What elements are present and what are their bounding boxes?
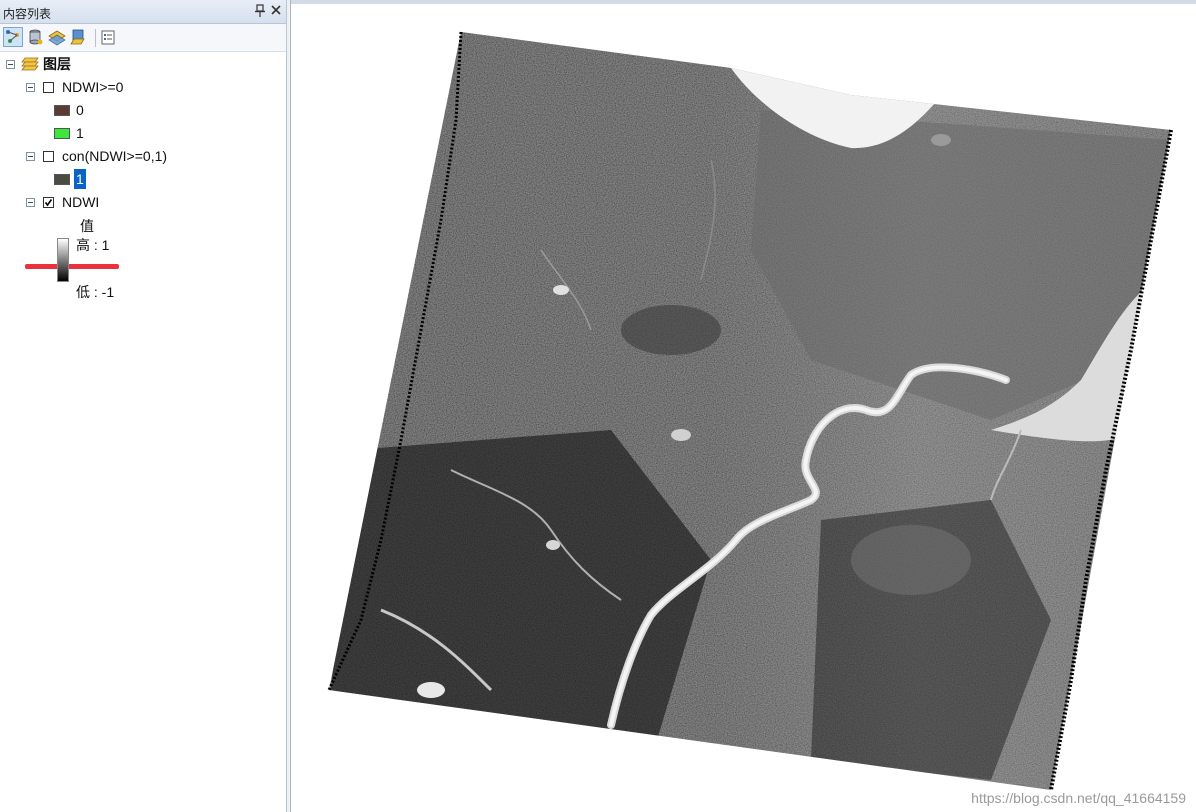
collapse-icon[interactable]	[26, 83, 35, 92]
toc-title: 内容列表	[3, 7, 52, 21]
class-color-swatch[interactable]	[54, 128, 70, 139]
class-color-swatch[interactable]	[54, 105, 70, 116]
legend-high-label: 高 : 1	[76, 237, 110, 253]
pin-icon[interactable]	[252, 4, 268, 20]
class-label[interactable]: 1	[76, 123, 84, 143]
layer-tree: 图层 NDWI>=0 0 1 con(NDWI>=0,1) 1 NDWI 值 高…	[0, 52, 286, 812]
list-by-visibility-button[interactable]	[47, 27, 67, 47]
stretch-color-ramp[interactable]	[57, 238, 69, 282]
class-color-swatch[interactable]	[54, 174, 70, 185]
collapse-icon[interactable]	[6, 60, 15, 69]
toc-toolbar	[0, 24, 286, 52]
toc-titlebar: 内容列表	[0, 0, 286, 24]
layer-name[interactable]: NDWI	[62, 192, 99, 212]
ndwi-raster-image[interactable]	[291, 0, 1196, 812]
layer-visibility-checkbox-checked[interactable]	[43, 197, 54, 208]
list-by-selection-icon	[70, 29, 85, 45]
options-button[interactable]	[98, 27, 118, 47]
layer-name[interactable]: NDWI>=0	[62, 77, 123, 97]
watermark-text: https://blog.csdn.net/qq_41664159	[971, 790, 1186, 806]
layer-visibility-checkbox[interactable]	[43, 82, 54, 93]
table-of-contents-panel: 内容列表 图层 NDWI>=0 0 1 con(NDWI>=0,1) 1 NDW…	[0, 0, 287, 812]
legend-heading: 值	[80, 218, 94, 234]
list-by-source-button[interactable]	[25, 27, 45, 47]
layers-root-label: 图层	[43, 56, 71, 72]
list-by-visibility-icon	[48, 30, 66, 46]
list-by-source-icon	[29, 29, 43, 45]
list-by-selection-button[interactable]	[69, 27, 89, 47]
legend-low-label: 低 : -1	[76, 284, 115, 300]
collapse-icon[interactable]	[26, 152, 35, 161]
arcmap-window: 内容列表 图层 NDWI>=0 0 1 con(NDWI>=0,1) 1 NDW…	[0, 0, 1196, 812]
toolbar-separator	[95, 29, 96, 47]
options-icon	[101, 30, 115, 45]
red-highlight-underline	[25, 264, 119, 269]
map-view[interactable]: https://blog.csdn.net/qq_41664159	[290, 0, 1196, 812]
collapse-icon[interactable]	[26, 198, 35, 207]
list-by-drawing-order-button[interactable]	[3, 27, 23, 47]
class-label[interactable]: 0	[76, 100, 84, 120]
class-label-selected[interactable]: 1	[74, 169, 86, 189]
layer-name[interactable]: con(NDWI>=0,1)	[62, 146, 167, 166]
checkmark-icon	[44, 199, 53, 207]
close-icon[interactable]	[268, 4, 284, 20]
layers-stack-icon	[21, 56, 39, 77]
list-by-drawing-order-icon	[6, 30, 19, 43]
layer-visibility-checkbox[interactable]	[43, 151, 54, 162]
